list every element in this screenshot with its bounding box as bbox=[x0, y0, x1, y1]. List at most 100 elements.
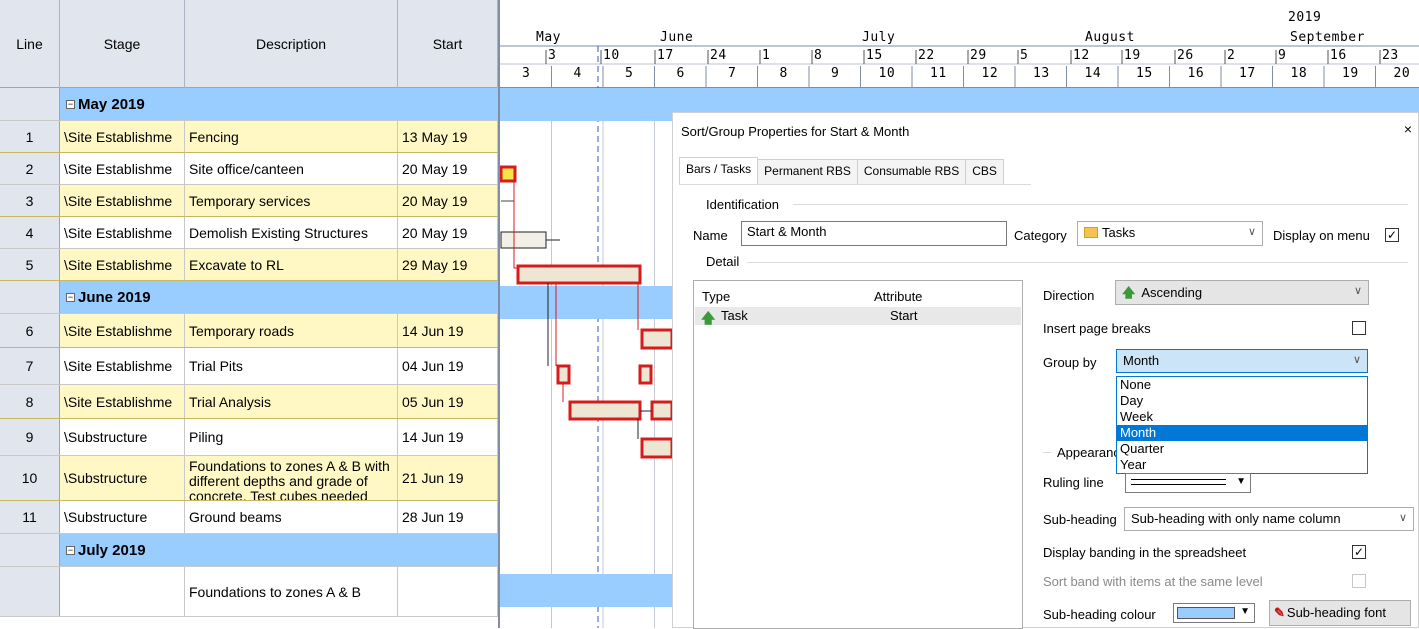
row-number: 9 bbox=[0, 419, 60, 455]
description-cell[interactable]: Demolish Existing Structures bbox=[185, 217, 398, 248]
table-row[interactable]: 7 \Site Establishme Trial Pits 04 Jun 19 bbox=[0, 348, 498, 385]
start-cell[interactable] bbox=[398, 567, 498, 616]
start-cell[interactable]: 20 May 19 bbox=[398, 153, 498, 184]
stage-cell[interactable]: \Site Establishme bbox=[60, 249, 185, 280]
col-header-stage[interactable]: Stage bbox=[60, 0, 185, 88]
description-cell[interactable]: Temporary services bbox=[185, 185, 398, 216]
option-year[interactable]: Year bbox=[1117, 457, 1367, 473]
collapse-icon[interactable]: − bbox=[66, 545, 75, 555]
description-cell[interactable]: Ground beams bbox=[185, 501, 398, 533]
stage-cell[interactable] bbox=[60, 567, 185, 616]
name-input[interactable]: Start & Month bbox=[741, 221, 1007, 246]
ruling-line-select[interactable]: ▼ bbox=[1125, 473, 1251, 493]
detail-list[interactable]: Type Attribute 🡅 Task Start bbox=[693, 280, 1023, 629]
start-cell[interactable]: 29 May 19 bbox=[398, 249, 498, 280]
type-header: Type bbox=[702, 289, 731, 304]
table-row[interactable]: 11 \Substructure Ground beams 28 Jun 19 bbox=[0, 501, 498, 534]
identification-heading: Identification bbox=[706, 197, 779, 212]
table-row[interactable]: 1 \Site Establishme Fencing 13 May 19 bbox=[0, 121, 498, 153]
sub-heading-value: Sub-heading with only name column bbox=[1131, 511, 1341, 526]
stage-cell[interactable]: \Site Establishme bbox=[60, 348, 185, 384]
col-header-line[interactable]: Line bbox=[0, 0, 60, 88]
close-icon[interactable]: × bbox=[1404, 121, 1412, 137]
direction-select[interactable]: 🡅 Ascending ∨ bbox=[1115, 280, 1369, 305]
direction-label: Direction bbox=[1043, 288, 1095, 303]
option-day[interactable]: Day bbox=[1117, 393, 1367, 409]
group-header-row[interactable]: − July 2019 bbox=[0, 534, 498, 567]
option-quarter[interactable]: Quarter bbox=[1117, 441, 1367, 457]
description-cell[interactable]: Piling bbox=[185, 419, 398, 455]
table-row[interactable]: 10 \Substructure Foundations to zones A & … bbox=[0, 456, 498, 501]
group-by-select[interactable]: Month ∨ bbox=[1116, 349, 1368, 373]
start-cell[interactable]: 04 Jun 19 bbox=[398, 348, 498, 384]
table-row[interactable]: 6 \Site Establishme Temporary roads 14 Jun … bbox=[0, 314, 498, 348]
start-cell[interactable]: 05 Jun 19 bbox=[398, 385, 498, 418]
option-month[interactable]: Month bbox=[1117, 425, 1367, 441]
description-cell[interactable]: Trial Analysis bbox=[185, 385, 398, 418]
start-cell[interactable]: 20 May 19 bbox=[398, 217, 498, 248]
tab-cbs[interactable]: CBS bbox=[965, 159, 1004, 185]
start-cell[interactable]: 14 Jun 19 bbox=[398, 419, 498, 455]
table-row[interactable]: 2 \Site Establishme Site office/canteen 20 … bbox=[0, 153, 498, 185]
group-label[interactable]: − July 2019 bbox=[60, 534, 498, 566]
row-number: 10 bbox=[0, 456, 60, 500]
display-banding-checkbox[interactable]: ✓ bbox=[1352, 545, 1366, 559]
stage-cell[interactable]: \Site Establishme bbox=[60, 385, 185, 418]
option-week[interactable]: Week bbox=[1117, 409, 1367, 425]
stage-cell[interactable]: \Site Establishme bbox=[60, 314, 185, 347]
insert-page-breaks-checkbox[interactable] bbox=[1352, 321, 1366, 335]
collapse-icon[interactable]: − bbox=[66, 292, 75, 302]
group-by-dropdown[interactable]: None Day Week Month Quarter Year bbox=[1116, 376, 1368, 474]
table-row[interactable]: 5 \Site Establishme Excavate to RL 29 May 1… bbox=[0, 249, 498, 281]
option-none[interactable]: None bbox=[1117, 377, 1367, 393]
description-cell[interactable]: Trial Pits bbox=[185, 348, 398, 384]
tab-bars-tasks[interactable]: Bars / Tasks bbox=[679, 157, 759, 185]
sub-heading-font-button[interactable]: ✎ Sub-heading font bbox=[1269, 600, 1411, 626]
sub-heading-colour-picker[interactable]: ▼ bbox=[1173, 603, 1255, 623]
stage-cell[interactable]: \Site Establishme bbox=[60, 153, 185, 184]
name-label: Name bbox=[693, 228, 728, 243]
start-cell[interactable]: 14 Jun 19 bbox=[398, 314, 498, 347]
group-header-row[interactable]: − June 2019 bbox=[0, 281, 498, 314]
sub-heading-font-label: Sub-heading font bbox=[1286, 605, 1386, 620]
display-on-menu-checkbox[interactable]: ✓ bbox=[1385, 228, 1399, 242]
stage-cell[interactable]: \Site Establishme bbox=[60, 217, 185, 248]
stage-cell[interactable]: \Site Establishme bbox=[60, 185, 185, 216]
table-row[interactable]: 9 \Substructure Piling 14 Jun 19 bbox=[0, 419, 498, 456]
start-cell[interactable]: 13 May 19 bbox=[398, 121, 498, 152]
stage-cell[interactable]: \Substructure bbox=[60, 456, 185, 500]
description-cell[interactable]: Excavate to RL bbox=[185, 249, 398, 280]
description-cell[interactable]: Foundations to zones A & B with differen… bbox=[185, 456, 398, 500]
category-value: Tasks bbox=[1102, 225, 1136, 240]
description-cell[interactable]: Fencing bbox=[185, 121, 398, 152]
start-cell[interactable]: 21 Jun 19 bbox=[398, 456, 498, 500]
col-header-description[interactable]: Description bbox=[185, 0, 398, 88]
tab-permanent-rbs[interactable]: Permanent RBS bbox=[757, 159, 858, 185]
category-label: Category bbox=[1014, 228, 1067, 243]
description-cell[interactable]: Foundations to zones A & B bbox=[185, 567, 398, 616]
list-item[interactable]: 🡅 Task Start bbox=[695, 307, 1021, 326]
row-number: 2 bbox=[0, 153, 60, 184]
start-cell[interactable]: 28 Jun 19 bbox=[398, 501, 498, 533]
group-header-row[interactable]: − May 2019 bbox=[0, 88, 498, 121]
stage-cell[interactable]: \Site Establishme bbox=[60, 121, 185, 152]
col-header-start[interactable]: Start bbox=[398, 0, 498, 88]
table-row[interactable]: 4 \Site Establishme Demolish Existing Stru… bbox=[0, 217, 498, 249]
description-cell[interactable]: Site office/canteen bbox=[185, 153, 398, 184]
stage-cell[interactable]: \Substructure bbox=[60, 501, 185, 533]
description-cell[interactable]: Temporary roads bbox=[185, 314, 398, 347]
start-cell[interactable]: 20 May 19 bbox=[398, 185, 498, 216]
stage-cell[interactable]: \Substructure bbox=[60, 419, 185, 455]
table-row[interactable]: Foundations to zones A & B bbox=[0, 567, 498, 617]
table-row[interactable]: 3 \Site Establishme Temporary services 20 M… bbox=[0, 185, 498, 217]
sort-band-checkbox[interactable] bbox=[1352, 574, 1366, 588]
category-select[interactable]: Tasks ∨ bbox=[1077, 221, 1263, 246]
tab-consumable-rbs[interactable]: Consumable RBS bbox=[856, 159, 967, 185]
group-label[interactable]: − May 2019 bbox=[60, 88, 498, 120]
group-label[interactable]: − June 2019 bbox=[60, 281, 498, 313]
group-label-text: May 2019 bbox=[78, 95, 145, 113]
display-banding-label: Display banding in the spreadsheet bbox=[1043, 545, 1247, 560]
table-row[interactable]: 8 \Site Establishme Trial Analysis 05 Jun 1… bbox=[0, 385, 498, 419]
sub-heading-select[interactable]: Sub-heading with only name column ∨ bbox=[1124, 507, 1414, 531]
collapse-icon[interactable]: − bbox=[66, 99, 75, 109]
